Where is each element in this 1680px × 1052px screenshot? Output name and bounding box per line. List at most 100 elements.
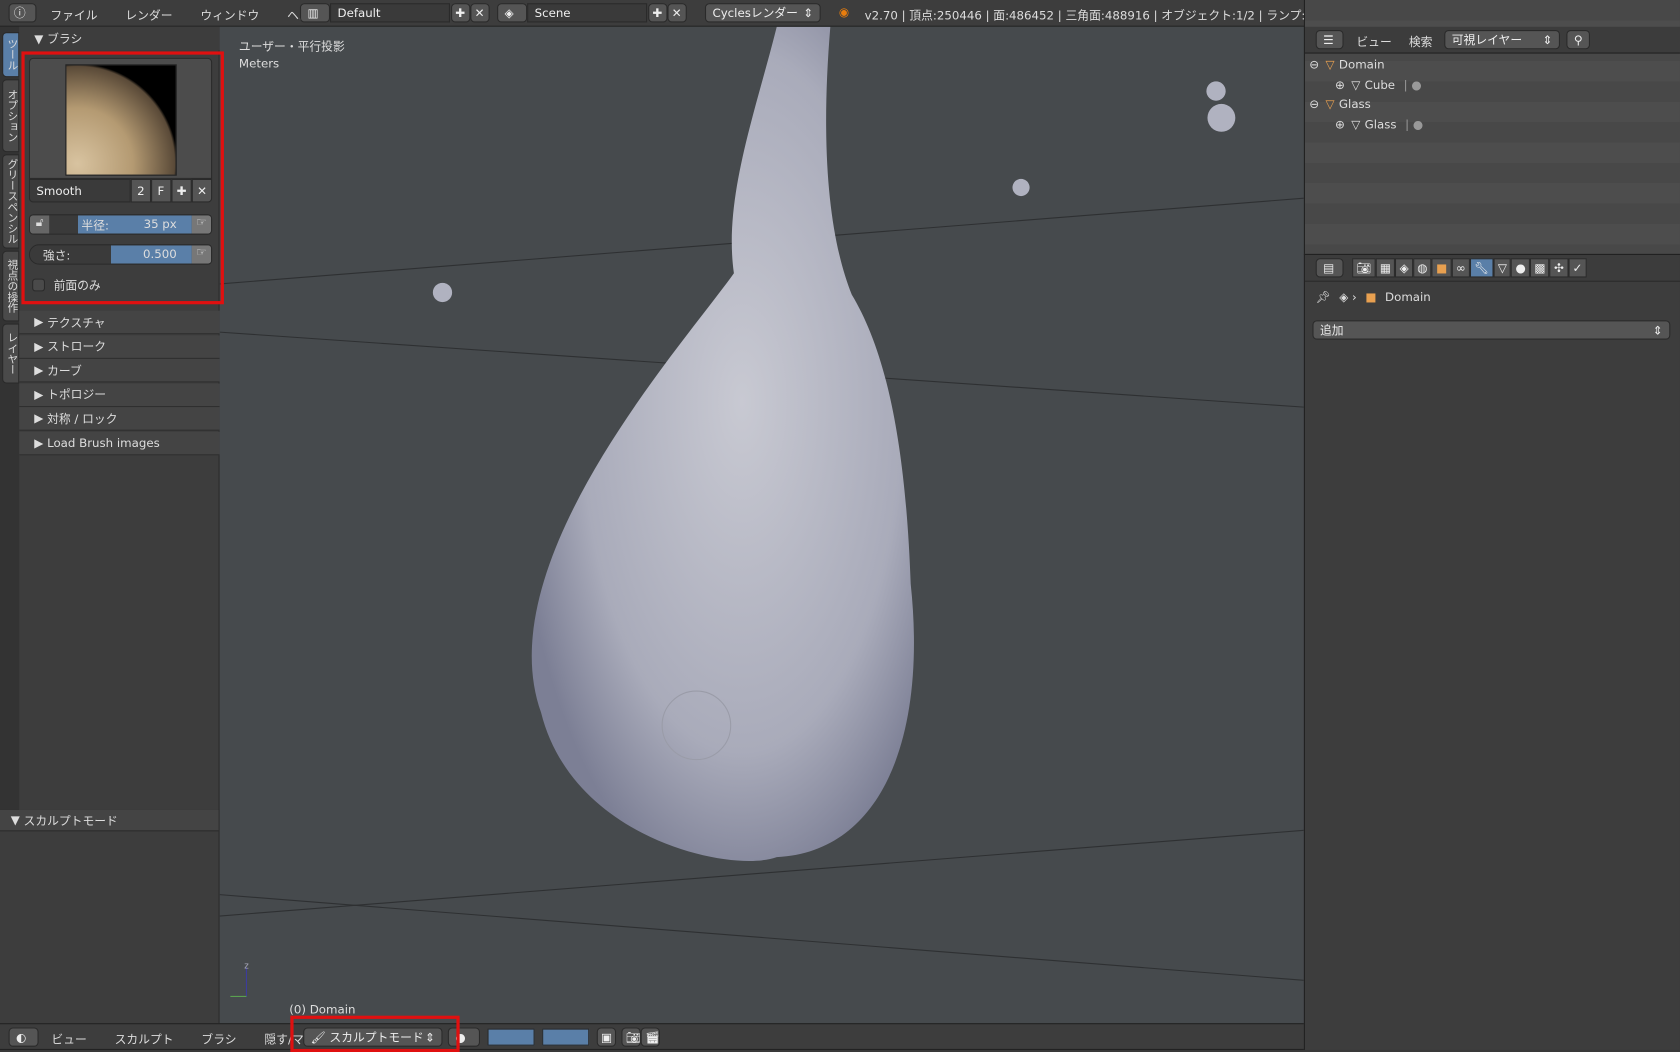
render-icon[interactable]: 📷︎ (621, 1027, 641, 1047)
menu-brush[interactable]: ブラシ (201, 1031, 236, 1048)
layers-tab-icon[interactable]: ▦ (1375, 258, 1396, 278)
outliner-menu-search[interactable]: 検索 (1409, 33, 1433, 50)
outliner-item[interactable]: ⊖ ▽ Glass (1305, 94, 1680, 114)
outliner-item-name: Glass (1338, 97, 1371, 112)
3d-viewport[interactable]: ユーザー・平行投影 Meters z (0) Domain (219, 26, 1304, 1024)
outliner-search-icon[interactable]: ⚲ (1566, 29, 1590, 50)
panel-header[interactable]: ▶ テクスチャ (19, 310, 220, 335)
editor-type-outliner-button[interactable]: ☰ (1315, 29, 1344, 50)
panel-header[interactable]: ▶ カーブ (19, 359, 220, 383)
object-icon: ▽ (1325, 57, 1335, 72)
layer-buttons[interactable] (487, 1028, 535, 1046)
material-tab-icon[interactable]: ● (1511, 258, 1531, 278)
screen-layout-icon[interactable]: ▥ (299, 3, 330, 23)
outliner-filter-dropdown[interactable]: 可視レイヤー ⇕ (1444, 29, 1560, 50)
droplet (1207, 103, 1236, 132)
object-icon: ▽ (1325, 97, 1335, 112)
tab-view[interactable]: 視点の操作 (2, 250, 20, 322)
panel-title: 対称 / ロック (47, 412, 118, 427)
tab-grease-pencil[interactable]: グリースペンシル (2, 154, 20, 249)
mesh-data-icon: ▽ (1351, 77, 1361, 92)
sculpt-mode-panel: ▼ スカルプトモード (0, 809, 220, 1024)
droplet (1012, 178, 1030, 197)
scene-field[interactable]: Scene (527, 3, 648, 23)
outliner-item-name: Cube (1364, 77, 1396, 92)
view-name: ユーザー・平行投影 (238, 39, 345, 54)
mesh-data-icon: ▽ (1351, 117, 1361, 132)
expand-icon[interactable]: ⊕ (1335, 117, 1345, 131)
outliner-item-name: Glass (1364, 117, 1397, 132)
tab-tools[interactable]: ツール (2, 32, 20, 78)
highlight-mode-dropdown (290, 1015, 460, 1052)
screen-layout-field[interactable]: Default (329, 3, 450, 23)
panel-header[interactable]: ▶ トポロジー (19, 383, 220, 407)
tab-options[interactable]: オプション (2, 79, 20, 153)
menu-render[interactable]: レンダー (125, 6, 172, 23)
menu-view[interactable]: ビュー (51, 1031, 86, 1048)
lock-camera-icon[interactable]: ▣ (596, 1027, 617, 1047)
outliner-header: ☰ ビュー 検索 可視レイヤー ⇕ ⚲ (1304, 26, 1680, 54)
tab-layers[interactable]: レイヤー (2, 323, 20, 384)
data-tab-icon[interactable]: ▽ (1493, 258, 1512, 278)
add-scene-button[interactable]: ✚ (648, 3, 668, 23)
droplet (432, 282, 453, 303)
properties-context-tabs: 📷︎ ▦ ◈ ◍ ■ ∞ 🔧︎ ▽ ● ▩ ✣ ✓ (1352, 258, 1587, 278)
panel-title: テクスチャ (47, 315, 106, 330)
properties-header: ▤ 📷︎ ▦ ◈ ◍ ■ ∞ 🔧︎ ▽ ● ▩ ✣ ✓ (1304, 254, 1680, 282)
brush-panel-title: ブラシ (47, 32, 83, 47)
render-anim-icon[interactable]: 🎬︎ (640, 1027, 660, 1047)
delete-scene-button[interactable]: ✕ (667, 3, 687, 23)
scene-icon[interactable]: ◈ (497, 3, 528, 23)
outliner-item[interactable]: ⊕ ▽ Cube | ● (1305, 74, 1680, 94)
outliner-item[interactable]: ⊖ ▽ Domain (1305, 55, 1680, 75)
properties-breadcrumb: 📌︎ ◈ › ■ Domain (1316, 290, 1431, 304)
outliner-menu-view[interactable]: ビュー (1356, 33, 1391, 50)
physics-tab-icon[interactable]: ✓ (1568, 258, 1587, 278)
axis-z-label: z (244, 961, 249, 971)
panel-header[interactable]: ▶ ストローク (19, 334, 220, 359)
editor-type-properties-button[interactable]: ▤ (1315, 258, 1344, 278)
menu-window[interactable]: ウィンドウ (200, 6, 259, 23)
viewport-scene (219, 26, 1304, 997)
sculpt-panel-header[interactable]: ▼ スカルプトモード (0, 809, 219, 832)
collapse-icon[interactable]: ⊖ (1309, 58, 1319, 72)
material-icon: | ● (1403, 77, 1422, 92)
add-modifier-dropdown[interactable]: 追加 ⇕ (1312, 320, 1671, 340)
object-icon: ■ (1365, 290, 1377, 305)
menu-sculpt[interactable]: スカルプト (115, 1031, 174, 1048)
panel-header[interactable]: ▶ 対称 / ロック (19, 407, 220, 432)
editor-type-3d-button[interactable]: ◐ (8, 1027, 39, 1047)
pin-icon[interactable]: 📌︎ (1316, 290, 1331, 304)
material-icon: | ● (1405, 117, 1424, 132)
updown-icon: ⇕ (803, 5, 814, 20)
panel-header[interactable]: ▶ Load Brush images (19, 431, 220, 456)
units-label: Meters (238, 56, 280, 71)
scene-name: Scene (534, 5, 571, 20)
particles-tab-icon[interactable]: ✣ (1549, 258, 1569, 278)
layer-buttons[interactable] (542, 1028, 590, 1046)
grid-line (219, 894, 1304, 981)
filter-value: 可視レイヤー (1451, 33, 1523, 48)
render-engine-dropdown[interactable]: Cyclesレンダー ⇕ (704, 3, 821, 23)
panel-title: ストローク (47, 339, 107, 354)
object-tab-icon[interactable]: ■ (1431, 258, 1452, 278)
menu-file[interactable]: ファイル (50, 6, 97, 23)
add-layout-button[interactable]: ✚ (451, 3, 471, 23)
panel-title: トポロジー (47, 388, 107, 403)
render-tab-icon[interactable]: 📷︎ (1352, 258, 1376, 278)
editor-type-info-button[interactable]: ⓘ (8, 3, 37, 23)
droplet (1206, 81, 1226, 101)
scene-icon: ◈ › (1339, 290, 1357, 305)
delete-layout-button[interactable]: ✕ (470, 3, 490, 23)
constraints-tab-icon[interactable]: ∞ (1451, 258, 1470, 278)
world-tab-icon[interactable]: ◍ (1413, 258, 1432, 278)
viewport-header: ◐ ビュー スカルプト ブラシ 隠す/マスク 🖌︎ スカルプトモード ⇕ ● ▣ … (0, 1023, 1304, 1050)
render-engine-value: Cyclesレンダー (712, 6, 798, 21)
expand-icon[interactable]: ⊕ (1335, 78, 1345, 92)
collapse-icon[interactable]: ⊖ (1309, 97, 1319, 111)
modifiers-tab-icon[interactable]: 🔧︎ (1469, 258, 1494, 278)
scene-tab-icon[interactable]: ◈ (1395, 258, 1414, 278)
outliner-item[interactable]: ⊕ ▽ Glass | ● (1305, 114, 1680, 134)
texture-tab-icon[interactable]: ▩ (1530, 258, 1550, 278)
brush-panel-header[interactable]: ▼ ブラシ (19, 26, 220, 51)
